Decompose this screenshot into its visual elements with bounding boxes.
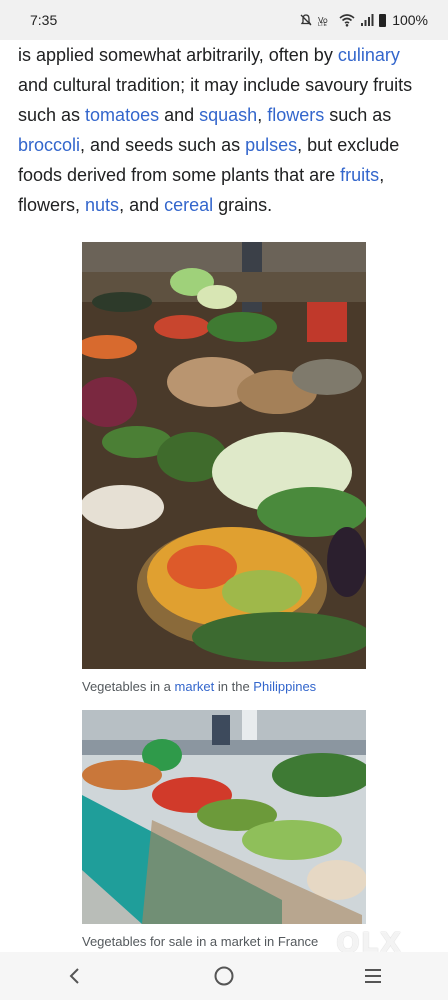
recents-menu-icon	[365, 969, 382, 983]
link-cereal[interactable]: cereal	[164, 195, 213, 215]
home-button[interactable]	[204, 956, 244, 996]
caption-philippines: Vegetables in a market in the Philippine…	[82, 679, 316, 694]
link-fruits[interactable]: fruits	[340, 165, 379, 185]
text-run: is applied somewhat arbitrarily, often b…	[18, 45, 338, 65]
link-philippines[interactable]: Philippines	[253, 679, 316, 694]
link-pulses[interactable]: pulses	[245, 135, 297, 155]
market-photo-france	[82, 710, 366, 924]
wifi-icon	[339, 14, 355, 27]
link-tomatoes[interactable]: tomatoes	[85, 105, 159, 125]
caption-france: Vegetables for sale in a market in Franc…	[82, 934, 319, 949]
text-run: grains.	[213, 195, 273, 215]
figure-philippines-market[interactable]	[82, 242, 366, 669]
home-circle-icon	[214, 966, 234, 986]
caption-text: Vegetables in a	[82, 679, 175, 694]
caption-text: in the	[214, 679, 254, 694]
status-right: Vo LTE 100%	[299, 12, 428, 29]
status-bar: 7:35 Vo LTE 100%	[0, 0, 448, 40]
text-run: , and	[119, 195, 165, 215]
text-run: such as	[324, 105, 392, 125]
back-chevron-icon	[69, 968, 79, 984]
text-run: ,	[257, 105, 268, 125]
status-icons: Vo LTE	[299, 12, 387, 29]
link-squash[interactable]: squash	[199, 105, 257, 125]
text-run: and	[159, 105, 200, 125]
status-time: 7:35	[30, 12, 58, 28]
link-nuts[interactable]: nuts	[85, 195, 119, 215]
volte-icon: Vo LTE	[318, 12, 334, 29]
article-paragraph: is applied somewhat arbitrarily, often b…	[18, 40, 423, 220]
back-button[interactable]	[55, 956, 95, 996]
figure-france-market[interactable]	[82, 710, 366, 924]
market-photo-philippines	[82, 242, 366, 669]
svg-text:LTE: LTE	[318, 22, 327, 26]
battery-percent: 100%	[392, 12, 428, 28]
link-market[interactable]: market	[175, 679, 215, 694]
link-broccoli[interactable]: broccoli	[18, 135, 80, 155]
link-culinary[interactable]: culinary	[338, 45, 400, 65]
battery-icon	[379, 13, 387, 27]
recents-button[interactable]	[353, 956, 393, 996]
signal-icon	[361, 14, 374, 26]
link-flowers[interactable]: flowers	[267, 105, 324, 125]
navigation-bar	[0, 952, 448, 1000]
text-run: , and seeds such as	[80, 135, 246, 155]
mute-icon	[300, 14, 312, 26]
